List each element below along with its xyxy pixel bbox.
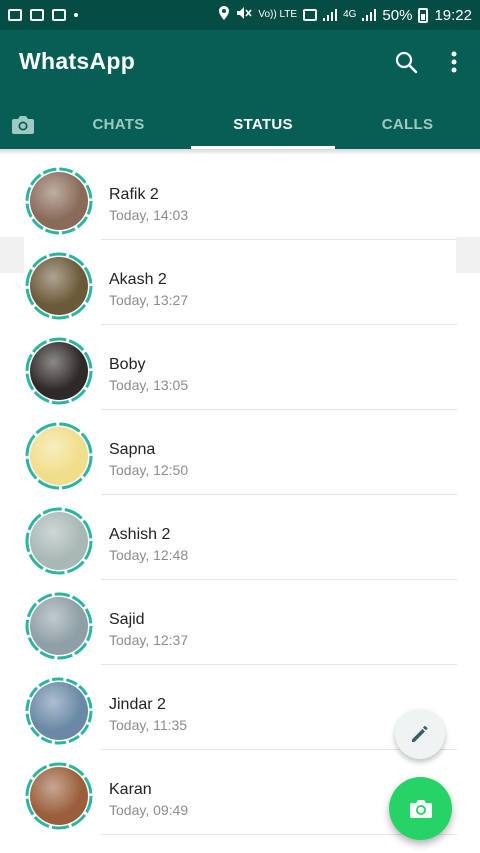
- signal-icon-2: [362, 9, 377, 21]
- call-notification-icon: [30, 9, 44, 21]
- sim-icon: [303, 9, 318, 21]
- status-item[interactable]: Ashish 2 Today, 12:48: [0, 495, 480, 580]
- more-notifications-dot: [74, 13, 78, 17]
- status-avatar[interactable]: [25, 507, 93, 575]
- contact-name: Akash 2: [109, 271, 167, 288]
- status-avatar[interactable]: [25, 337, 93, 405]
- status-timestamp: Today, 14:03: [109, 207, 189, 223]
- status-avatar[interactable]: [25, 167, 93, 235]
- avatar: [30, 172, 88, 230]
- text-status-button[interactable]: [395, 709, 445, 759]
- status-item[interactable]: Rafik 2 Today, 14:03: [0, 155, 480, 240]
- avatar: [30, 597, 88, 655]
- gallery-notification-icon: [8, 9, 22, 21]
- status-avatar[interactable]: [25, 592, 93, 660]
- pencil-icon: [412, 726, 428, 742]
- location-icon: [218, 6, 230, 24]
- status-avatar[interactable]: [25, 422, 93, 490]
- contact-name: Sapna: [109, 441, 156, 458]
- status-item[interactable]: Boby Today, 13:05: [0, 325, 480, 410]
- volte-indicator: Vo)) LTE: [258, 9, 298, 20]
- status-timestamp: Today, 12:37: [109, 632, 189, 648]
- network-4g-indicator: 4G: [343, 9, 357, 20]
- status-item[interactable]: Sajid Today, 12:37: [0, 580, 480, 665]
- battery-percent: 50%: [382, 6, 413, 24]
- status-timestamp: Today, 09:49: [109, 802, 189, 818]
- status-avatar[interactable]: [25, 252, 93, 320]
- avatar: [30, 342, 88, 400]
- avatar: [30, 767, 88, 825]
- tab-camera[interactable]: [0, 100, 46, 149]
- contact-name: Jindar 2: [109, 696, 166, 713]
- overflow-menu-button[interactable]: [436, 44, 472, 80]
- status-timestamp: Today, 13:05: [109, 377, 189, 393]
- app-title: WhatsApp: [19, 48, 136, 74]
- contact-name: Rafik 2: [109, 186, 159, 203]
- status-item[interactable]: Sapna Today, 12:50: [0, 410, 480, 495]
- mute-icon: [236, 6, 252, 24]
- status-avatar[interactable]: [25, 762, 93, 830]
- app-bar: WhatsApp CHATS STATUS CALLS: [0, 30, 480, 149]
- camera-icon: [409, 799, 432, 818]
- tab-bar: CHATS STATUS CALLS: [0, 100, 480, 149]
- search-button[interactable]: [388, 44, 424, 80]
- contact-name: Ashish 2: [109, 526, 171, 543]
- search-icon: [395, 51, 418, 74]
- status-timestamp: Today, 11:35: [109, 717, 188, 733]
- camera-status-button[interactable]: [389, 777, 452, 840]
- tab-status[interactable]: STATUS: [191, 100, 335, 149]
- battery-icon: [418, 7, 429, 23]
- contact-name: Karan: [109, 781, 152, 798]
- avatar: [30, 257, 88, 315]
- status-item[interactable]: Akash 2 Today, 13:27: [0, 240, 480, 325]
- tab-chats[interactable]: CHATS: [46, 100, 191, 149]
- signal-icon-1: [323, 9, 338, 21]
- status-timestamp: Today, 12:50: [109, 462, 189, 478]
- data-saver-icon: [52, 9, 66, 21]
- avatar: [30, 427, 88, 485]
- camera-icon: [12, 115, 34, 134]
- clock: 19:22: [434, 6, 472, 24]
- status-avatar[interactable]: [25, 677, 93, 745]
- avatar: [30, 512, 88, 570]
- tab-calls[interactable]: CALLS: [335, 100, 480, 149]
- contact-name: Sajid: [109, 611, 145, 628]
- system-status-bar: Vo)) LTE 4G 50% 19:22: [0, 0, 480, 30]
- status-timestamp: Today, 13:27: [109, 292, 189, 308]
- contact-name: Boby: [109, 356, 146, 373]
- status-timestamp: Today, 12:48: [109, 547, 189, 563]
- more-vert-icon: [451, 51, 457, 73]
- avatar: [30, 682, 88, 740]
